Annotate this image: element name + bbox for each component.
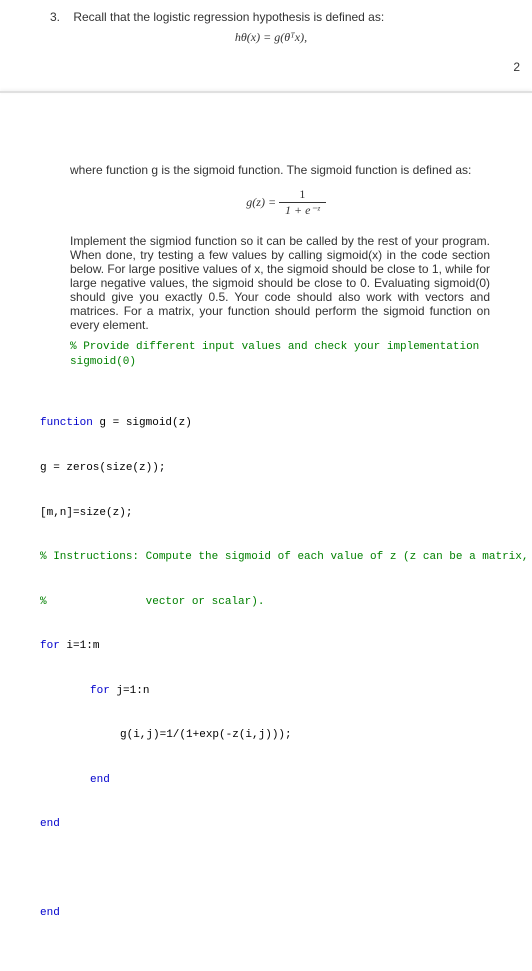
question-number: 3. — [50, 10, 70, 24]
keyword-for-outer: for — [40, 640, 60, 652]
code-line-10: end — [40, 817, 502, 832]
code-line-6: for i=1:m — [40, 639, 502, 654]
formula-g-numerator: 1 — [279, 187, 326, 203]
code-line-3: [m,n]=size(z); — [40, 506, 502, 521]
code-line-4: % Instructions: Compute the sigmoid of e… — [40, 550, 502, 565]
formula-h-text: hθ(x) = g(θᵀx), — [235, 30, 307, 44]
page-continued: where function g is the sigmoid function… — [0, 113, 532, 971]
question-body: Implement the sigmiod function so it can… — [70, 234, 490, 332]
formula-g-lhs: g(z) = — [246, 195, 279, 209]
code-line-2: g = zeros(size(z)); — [40, 461, 502, 476]
page-divider — [0, 91, 532, 93]
code-line-11: end — [40, 906, 502, 921]
code-line-7: for j=1:n — [40, 684, 502, 699]
code-line-8: g(i,j)=1/(1+exp(-z(i,j))); — [40, 728, 502, 743]
comment-block: % Provide different input values and che… — [70, 340, 502, 371]
comment-line-2: sigmoid(0) — [70, 355, 502, 370]
comment-line-1: % Provide different input values and che… — [70, 340, 502, 355]
code-block: function g = sigmoid(z) g = zeros(size(z… — [40, 387, 502, 951]
code-line-9: end — [40, 773, 502, 788]
sigmoid-formula: g(z) = 1 1 + e⁻ᶻ — [70, 187, 502, 218]
sigmoid-intro-text: where function g is the sigmoid function… — [70, 163, 490, 177]
hypothesis-formula: hθ(x) = g(θᵀx), — [40, 30, 502, 45]
question-3: 3. Recall that the logistic regression h… — [50, 10, 502, 24]
page-number: 2 — [513, 60, 520, 74]
code-line-5: % vector or scalar). — [40, 595, 502, 610]
keyword-for-inner: for — [90, 685, 110, 697]
keyword-function: function — [40, 417, 93, 429]
code-line-1: function g = sigmoid(z) — [40, 416, 502, 431]
question-intro: Recall that the logistic regression hypo… — [73, 10, 493, 24]
blank-line — [40, 862, 502, 877]
page-container: 3. Recall that the logistic regression h… — [0, 0, 532, 71]
sigmoid-section: where function g is the sigmoid function… — [70, 163, 502, 332]
formula-g-denominator: 1 + e⁻ᶻ — [279, 203, 326, 218]
